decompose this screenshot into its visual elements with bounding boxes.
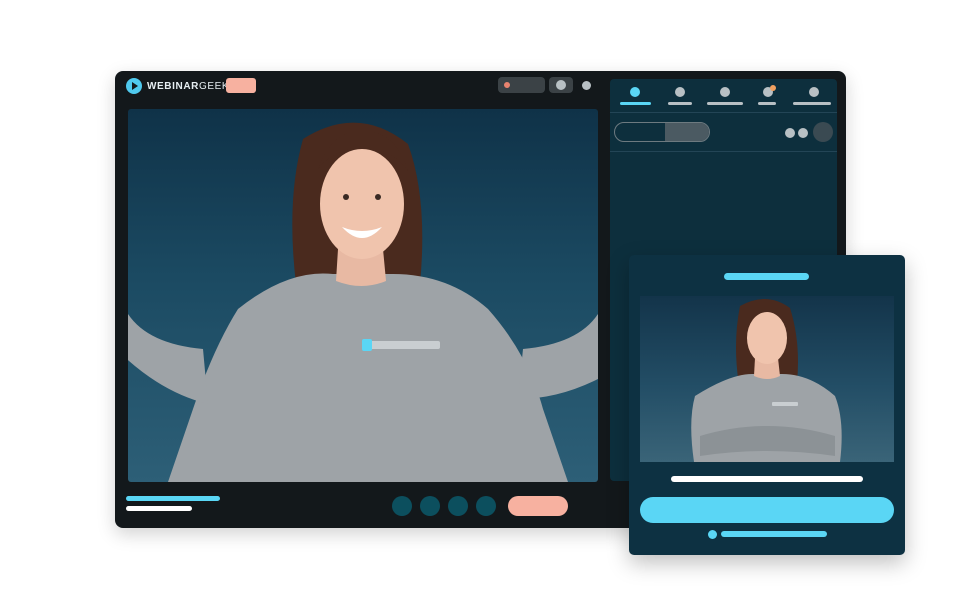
- top-bar: WEBINARGEEK: [115, 71, 610, 103]
- record-dot-icon: [504, 82, 510, 88]
- segmented-option-b[interactable]: [665, 123, 709, 141]
- brand-name-light: GEEK: [198, 80, 230, 92]
- presenter-face: [320, 149, 404, 259]
- camera-button[interactable]: [420, 496, 440, 516]
- settings-button[interactable]: [476, 496, 496, 516]
- presenter-video: [128, 109, 598, 482]
- registration-text-placeholder: [671, 476, 863, 482]
- tab-5-icon: [809, 87, 819, 97]
- tab-2-label: [668, 102, 692, 105]
- tab-3-label: [707, 102, 743, 105]
- presenter-eye-left: [343, 194, 349, 200]
- registration-card: [629, 255, 905, 555]
- tab-2[interactable]: [660, 79, 700, 113]
- presenter-eye-right: [375, 194, 381, 200]
- presenter-thumbnail: [640, 296, 894, 462]
- brand-name: WEBINARGEEK: [147, 81, 229, 92]
- option-dot-icon[interactable]: [785, 128, 795, 138]
- tab-5-label: [793, 102, 831, 105]
- notification-dot-icon: [770, 85, 776, 91]
- play-logo-icon: [126, 78, 142, 94]
- tab-1-underline: [620, 102, 651, 105]
- record-toggle[interactable]: [498, 77, 545, 93]
- brand-name-bold: WEBINAR: [147, 80, 199, 92]
- webinar-title-placeholder: [126, 496, 220, 501]
- camera-toggle[interactable]: [549, 77, 573, 93]
- side-panel-tabs: [610, 79, 837, 113]
- leave-button[interactable]: [508, 496, 568, 516]
- presenter-right-arm: [518, 314, 598, 399]
- mic-button[interactable]: [392, 496, 412, 516]
- camera-dot-icon: [556, 80, 566, 90]
- tab-3-icon: [720, 87, 730, 97]
- tab-1-icon: [630, 87, 640, 97]
- tab-1[interactable]: [610, 79, 660, 113]
- brand-logo: WEBINARGEEK: [126, 78, 229, 94]
- tab-2-icon: [675, 87, 685, 97]
- checkbox-dot-icon[interactable]: [708, 530, 717, 539]
- thumbnail-image: [691, 298, 842, 462]
- stage: WEBINARGEEK: [0, 0, 960, 600]
- option-dot-icon[interactable]: [798, 128, 808, 138]
- screenshare-button[interactable]: [448, 496, 468, 516]
- tab-5[interactable]: [790, 79, 837, 113]
- webinar-subtitle-placeholder: [126, 506, 192, 511]
- more-dot-icon[interactable]: [582, 81, 591, 90]
- register-button[interactable]: [640, 497, 894, 523]
- presenter-image: [128, 122, 598, 482]
- sweater-logo-mark: [362, 339, 372, 351]
- divider: [610, 151, 837, 152]
- thumb-logo: [772, 402, 798, 406]
- avatar[interactable]: [813, 122, 833, 142]
- presenter-sweater: [168, 273, 568, 482]
- sweater-logo: [370, 341, 440, 349]
- thumb-face: [747, 312, 787, 364]
- segmented-control[interactable]: [614, 122, 710, 142]
- tab-4-label: [758, 102, 776, 105]
- consent-text-placeholder: [721, 531, 827, 537]
- presenter-left-arm: [128, 314, 208, 404]
- tab-4[interactable]: [750, 79, 790, 113]
- registration-title-placeholder: [724, 273, 809, 280]
- tab-3[interactable]: [700, 79, 750, 113]
- live-badge: [226, 78, 256, 93]
